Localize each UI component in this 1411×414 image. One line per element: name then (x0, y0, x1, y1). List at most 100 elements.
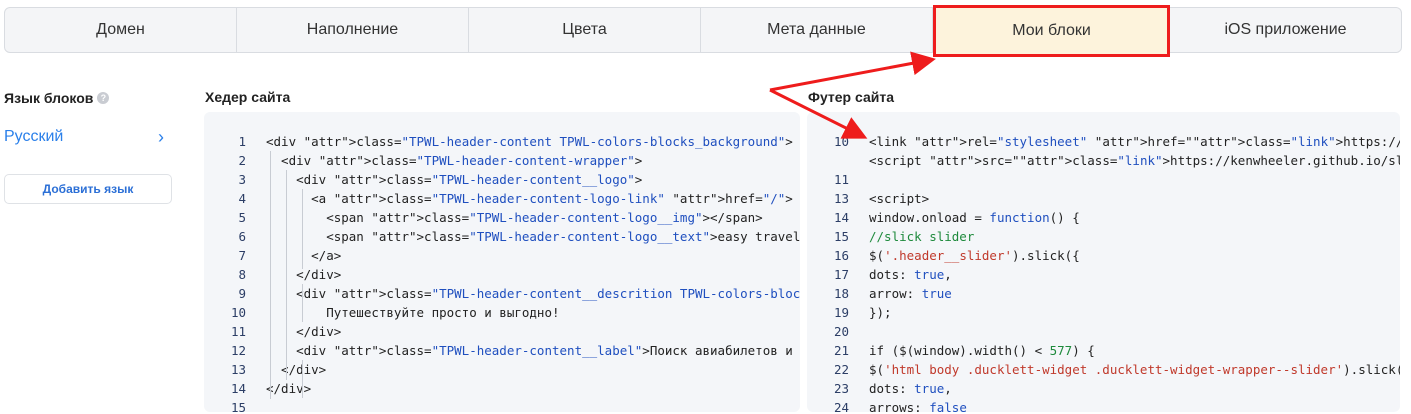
line-number: 6 (238, 229, 246, 244)
tab-content[interactable]: Наполнение (237, 8, 469, 52)
line-number: 14 (833, 210, 849, 225)
line-number: 24 (833, 400, 849, 412)
line-number: 5 (238, 210, 246, 225)
line-code: dots: true, (869, 381, 952, 396)
footer-code-line: 19}); (807, 303, 892, 322)
line-number: 11 (230, 324, 246, 339)
line-code: <div "attr">class="TPWL-header-content T… (266, 134, 793, 149)
footer-code-line: 24 arrows: false (807, 398, 967, 412)
line-code: arrows: false (869, 400, 967, 412)
tab-my-blocks[interactable]: Мои блоки (933, 5, 1170, 57)
add-language-button[interactable]: Добавить язык (4, 174, 172, 204)
footer-code-line: 16 $('.header__slider').slick({ (807, 246, 1080, 265)
line-code: <div "attr">class="TPWL-header-content__… (266, 172, 643, 187)
line-code: </div> (266, 324, 342, 339)
line-number: 13 (230, 362, 246, 377)
line-number: 10 (833, 134, 849, 149)
tab-meta[interactable]: Мета данные (701, 8, 933, 52)
line-code: </div> (266, 267, 342, 282)
language-item-russian[interactable]: Русский › (4, 126, 164, 148)
line-code: </div> (266, 362, 327, 377)
line-code: <link "attr">rel="stylesheet" "attr">hre… (869, 134, 1400, 149)
footer-code-line: 11 (807, 170, 869, 189)
header-code-line: 14 </div> (204, 379, 311, 398)
footer-code-line: 13 <script> (807, 189, 929, 208)
header-code-line: 11 </div> (204, 322, 341, 341)
line-number: 15 (230, 400, 246, 412)
indent-guide (270, 151, 271, 399)
line-number: 9 (238, 286, 246, 301)
tab-colors[interactable]: Цвета (469, 8, 701, 52)
line-number: 13 (833, 191, 849, 206)
line-code: //slick slider (869, 229, 975, 244)
line-code: dots: true, (869, 267, 952, 282)
line-code: Путешествуйте просто и выгодно! (266, 305, 560, 320)
line-code: $('html body .ducklett-widget .ducklett-… (869, 362, 1400, 377)
line-code: </div> (266, 381, 312, 396)
line-code: <div "attr">class="TPWL-header-content__… (266, 286, 800, 301)
line-code: arrow: true (869, 286, 952, 301)
footer-code-line: 22 $('html body .ducklett-widget .ducklet… (807, 360, 1400, 379)
header-code-line: 10 Путешествуйте просто и выгодно! (204, 303, 560, 322)
tab-bar: Домен Наполнение Цвета Мета данные Мои б… (4, 5, 1402, 57)
tab-ios-app[interactable]: iOS приложение (1170, 8, 1401, 52)
language-item-label: Русский (4, 128, 64, 145)
header-code-line: 4 <a "attr">class="TPWL-header-content-l… (204, 189, 793, 208)
line-number: 1 (238, 134, 246, 149)
header-code-line: 5 <span "attr">class="TPWL-header-conten… (204, 208, 763, 227)
line-number: 16 (833, 248, 849, 263)
line-code: <span "attr">class="TPWL-header-content-… (266, 229, 800, 244)
footer-code-line: 14 window.onload = function() { (807, 208, 1080, 227)
footer-code-line: 10 <link "attr">rel="stylesheet" "attr">h… (807, 132, 1400, 151)
line-number: 10 (230, 305, 246, 320)
line-number: 22 (833, 362, 849, 377)
line-number: 14 (230, 381, 246, 396)
line-code: <script> (869, 191, 930, 206)
header-code-line: 12 <div "attr">class="TPWL-header-conten… (204, 341, 800, 360)
line-number: 20 (833, 324, 849, 339)
line-code: }); (869, 305, 892, 320)
indent-guide (286, 170, 287, 380)
indent-guide (302, 189, 303, 269)
line-number: 3 (238, 172, 246, 187)
line-number: 17 (833, 267, 849, 282)
header-code-line: 6 <span "attr">class="TPWL-header-conten… (204, 227, 800, 246)
line-number: 18 (833, 286, 849, 301)
line-number: 19 (833, 305, 849, 320)
tab-domain[interactable]: Домен (5, 8, 237, 52)
line-number: 15 (833, 229, 849, 244)
line-code: <div "attr">class="TPWL-header-content__… (266, 343, 793, 358)
header-code-line: 9 <div "attr">class="TPWL-header-content… (204, 284, 800, 303)
line-code: if ($(window).width() < 577) { (869, 343, 1095, 358)
header-section-title: Хедер сайта (205, 89, 291, 105)
line-code: <a "attr">class="TPWL-header-content-log… (266, 191, 793, 206)
help-icon[interactable]: ? (97, 92, 110, 104)
footer-code-line: 21 if ($(window).width() < 577) { (807, 341, 1095, 360)
header-code-line: 13 </div> (204, 360, 326, 379)
chevron-right-icon: › (158, 126, 164, 147)
block-language-label: Язык блоков (4, 90, 94, 106)
line-number: 23 (833, 381, 849, 396)
footer-code-line: 18 arrow: true (807, 284, 952, 303)
line-number: 12 (230, 343, 246, 358)
line-code: <div "attr">class="TPWL-header-content-w… (266, 153, 643, 168)
block-language-title: Язык блоков ? (4, 90, 110, 106)
header-code-line: 8 </div> (204, 265, 341, 284)
line-code: window.onload = function() { (869, 210, 1080, 225)
line-code: </a> (266, 248, 342, 263)
line-number: 4 (238, 191, 246, 206)
header-code-editor[interactable]: 1 <div "attr">class="TPWL-header-content … (204, 112, 800, 412)
line-number: 8 (238, 267, 246, 282)
footer-code-line: 17 dots: true, (807, 265, 952, 284)
arrow-to-tab (769, 51, 936, 92)
line-code: $('.header__slider').slick({ (869, 248, 1080, 263)
footer-code-line: 23 dots: true, (807, 379, 952, 398)
line-number: 21 (833, 343, 849, 358)
indent-guide (302, 284, 303, 322)
line-code: <span "attr">class="TPWL-header-content-… (266, 210, 763, 225)
line-code: <script "attr">src=""attr">class="link">… (869, 153, 1400, 168)
footer-code-line: <script "attr">src=""attr">class="link">… (807, 151, 1400, 170)
line-number: 11 (833, 172, 849, 187)
footer-code-editor[interactable]: 10 <link "attr">rel="stylesheet" "attr">h… (807, 112, 1400, 412)
footer-code-line: 20 (807, 322, 869, 341)
